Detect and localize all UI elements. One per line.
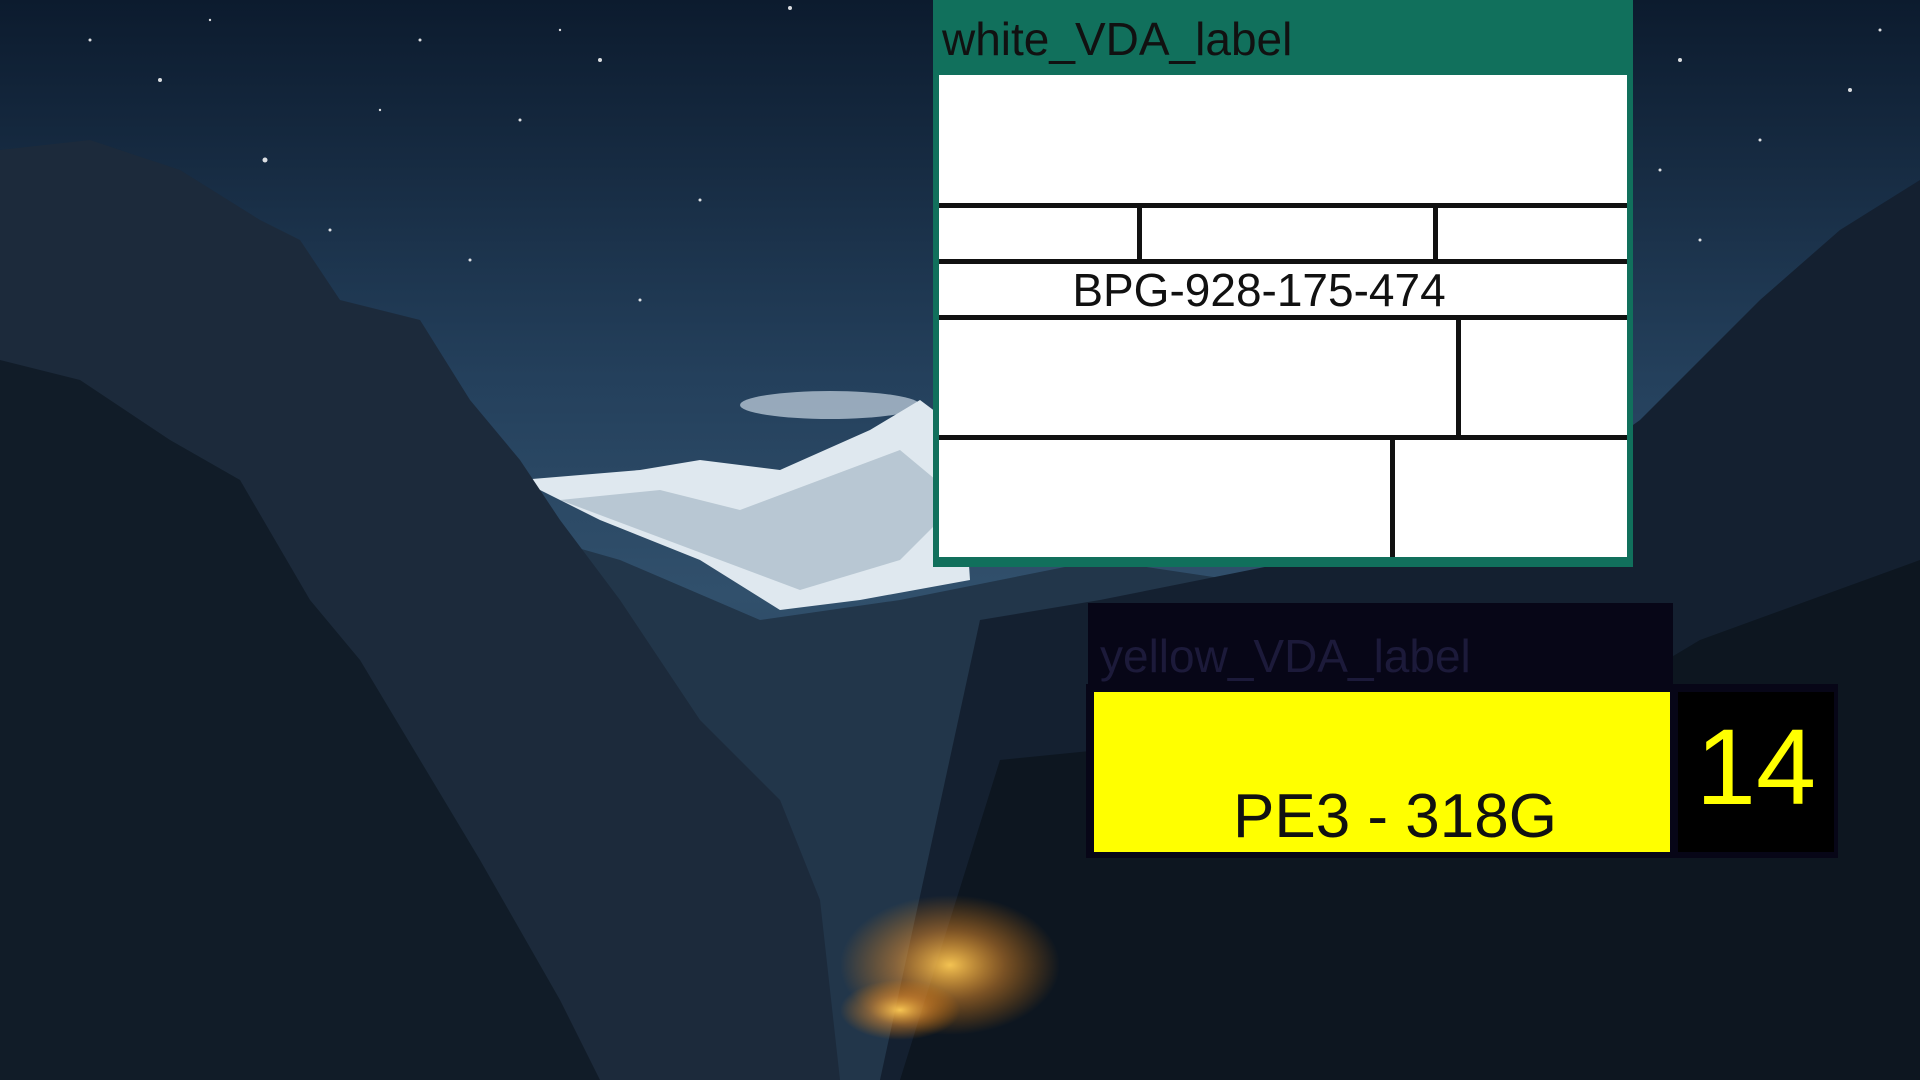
plate-number: 14 xyxy=(1678,692,1834,852)
yellow-vda-label-window[interactable]: PE3 - 318G 14 xyxy=(1086,684,1838,858)
divider xyxy=(939,435,1627,440)
divider xyxy=(939,203,1627,208)
divider xyxy=(1137,203,1142,261)
window-title: yellow_VDA_label xyxy=(1100,630,1471,682)
divider xyxy=(1390,435,1395,557)
plate-text: PE3 - 318G xyxy=(1233,782,1557,851)
yellow-vda-label-titlebar[interactable]: yellow_VDA_label xyxy=(1088,603,1673,687)
window-title: white_VDA_label xyxy=(942,13,1293,65)
white-vda-label-window[interactable]: white_VDA_label BPG-928-175-474 xyxy=(933,0,1633,567)
divider xyxy=(1433,203,1438,261)
divider xyxy=(939,315,1627,320)
yellow-plate: PE3 - 318G xyxy=(1094,692,1670,852)
white-label-body: BPG-928-175-474 xyxy=(939,75,1627,557)
label-serial-number: BPG-928-175-474 xyxy=(1072,264,1446,316)
divider xyxy=(1456,315,1461,438)
